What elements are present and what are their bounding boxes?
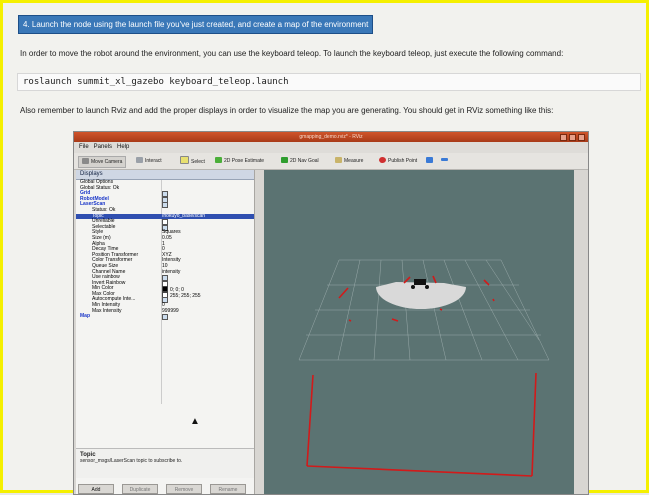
- tool-label: Select: [191, 159, 205, 165]
- tool-measure[interactable]: Measure: [335, 156, 363, 166]
- window-controls: [560, 134, 585, 141]
- window-titlebar: gmapping_demo.rviz* - RViz: [74, 132, 588, 142]
- rviz-toolbar: Move Camera Interact Select 2D Pose Esti…: [74, 153, 588, 170]
- tool-2d-nav-goal[interactable]: 2D Nav Goal: [281, 156, 319, 166]
- tool-label: 2D Pose Estimate: [224, 158, 265, 164]
- tool-label: Move Camera: [91, 159, 123, 165]
- displays-title: Displays: [80, 171, 103, 177]
- tree-row[interactable]: Map: [76, 313, 254, 322]
- mouse-cursor-icon: ▲: [190, 416, 200, 427]
- rviz-screenshot: gmapping_demo.rviz* - RViz File Panels Hel…: [73, 131, 589, 495]
- right-panel-collapsed[interactable]: [574, 170, 588, 494]
- displays-tree: Global Options Global Status: Ok Grid Robot…: [76, 179, 254, 322]
- tool-publish-point[interactable]: Publish Point: [379, 156, 417, 166]
- remove-tool-icon: [441, 158, 448, 161]
- scan-segment: [432, 275, 437, 284]
- property-value[interactable]: [162, 314, 168, 322]
- scan-segment: [439, 308, 443, 311]
- scan-segment: [531, 372, 537, 477]
- tool-label: Publish Point: [388, 158, 418, 164]
- minimize-icon[interactable]: [560, 134, 567, 141]
- scan-segment: [483, 279, 490, 286]
- scan-segment: [306, 465, 533, 477]
- plus-icon[interactable]: [426, 156, 435, 166]
- window-title: gmapping_demo.rviz* - RViz: [299, 134, 363, 140]
- scan-segment: [403, 276, 411, 284]
- scan-segment: [348, 319, 352, 322]
- move-camera-icon: [82, 158, 89, 164]
- paragraph-rviz: Also remember to launch Rviz and add the…: [20, 106, 554, 115]
- tool-label: 2D Nav Goal: [290, 158, 319, 164]
- pin-icon: [379, 157, 386, 163]
- scan-segment: [492, 298, 495, 302]
- select-icon: [180, 156, 189, 164]
- maximize-icon[interactable]: [569, 134, 576, 141]
- tool-select[interactable]: Select: [180, 156, 205, 166]
- property-value-text: intensity: [162, 268, 181, 275]
- 3d-viewport[interactable]: [264, 170, 574, 494]
- scan-segment: [306, 374, 314, 467]
- paragraph-teleop: In order to move the robot around the en…: [20, 49, 564, 58]
- property-name: Map: [80, 313, 90, 320]
- interact-icon: [136, 157, 143, 163]
- map-area: [376, 282, 466, 309]
- tool-label: Measure: [344, 158, 364, 164]
- tool-label: Interact: [145, 158, 162, 164]
- robot-wheel: [411, 285, 415, 289]
- step-heading: 4. Launch the node using the launch file…: [18, 15, 374, 34]
- menu-panels[interactable]: Panels: [94, 144, 112, 150]
- robot-body: [414, 279, 426, 285]
- displays-panel: Displays Global Options Global Status: Ok…: [76, 170, 255, 494]
- scene: [298, 259, 550, 477]
- close-icon[interactable]: [578, 134, 585, 141]
- property-value-text: /hokuyo_base/scan: [162, 212, 206, 219]
- minus-icon[interactable]: [441, 156, 450, 166]
- panel-splitter[interactable]: [255, 170, 264, 494]
- grid-lines: [298, 259, 550, 361]
- tool-interact[interactable]: Interact: [136, 156, 162, 166]
- grid: [298, 259, 550, 361]
- robot-wheel: [425, 285, 429, 289]
- scan-segment: [338, 287, 349, 299]
- ruler-icon: [335, 157, 342, 163]
- checkbox[interactable]: [162, 314, 168, 321]
- green-arrow-icon: [281, 157, 288, 163]
- green-arrow-icon: [215, 157, 222, 163]
- menu-bar: File Panels Help: [74, 142, 588, 153]
- scan-segment: [391, 318, 399, 322]
- tutorial-page: 4. Launch the node using the launch file…: [0, 0, 649, 495]
- property-description: Topic sensor_msgs/LaserScan topic to sub…: [76, 448, 254, 478]
- menu-help[interactable]: Help: [117, 144, 129, 150]
- description-text: sensor_msgs/LaserScan topic to subscribe…: [80, 458, 183, 464]
- menu-file[interactable]: File: [79, 144, 89, 150]
- add-tool-icon: [426, 157, 433, 163]
- tool-move-camera[interactable]: Move Camera: [78, 156, 127, 168]
- tool-2d-pose-estimate[interactable]: 2D Pose Estimate: [215, 156, 264, 166]
- code-block[interactable]: roslaunch summit_xl_gazebo keyboard_tele…: [17, 73, 641, 91]
- property-value-text: 999999: [162, 307, 179, 314]
